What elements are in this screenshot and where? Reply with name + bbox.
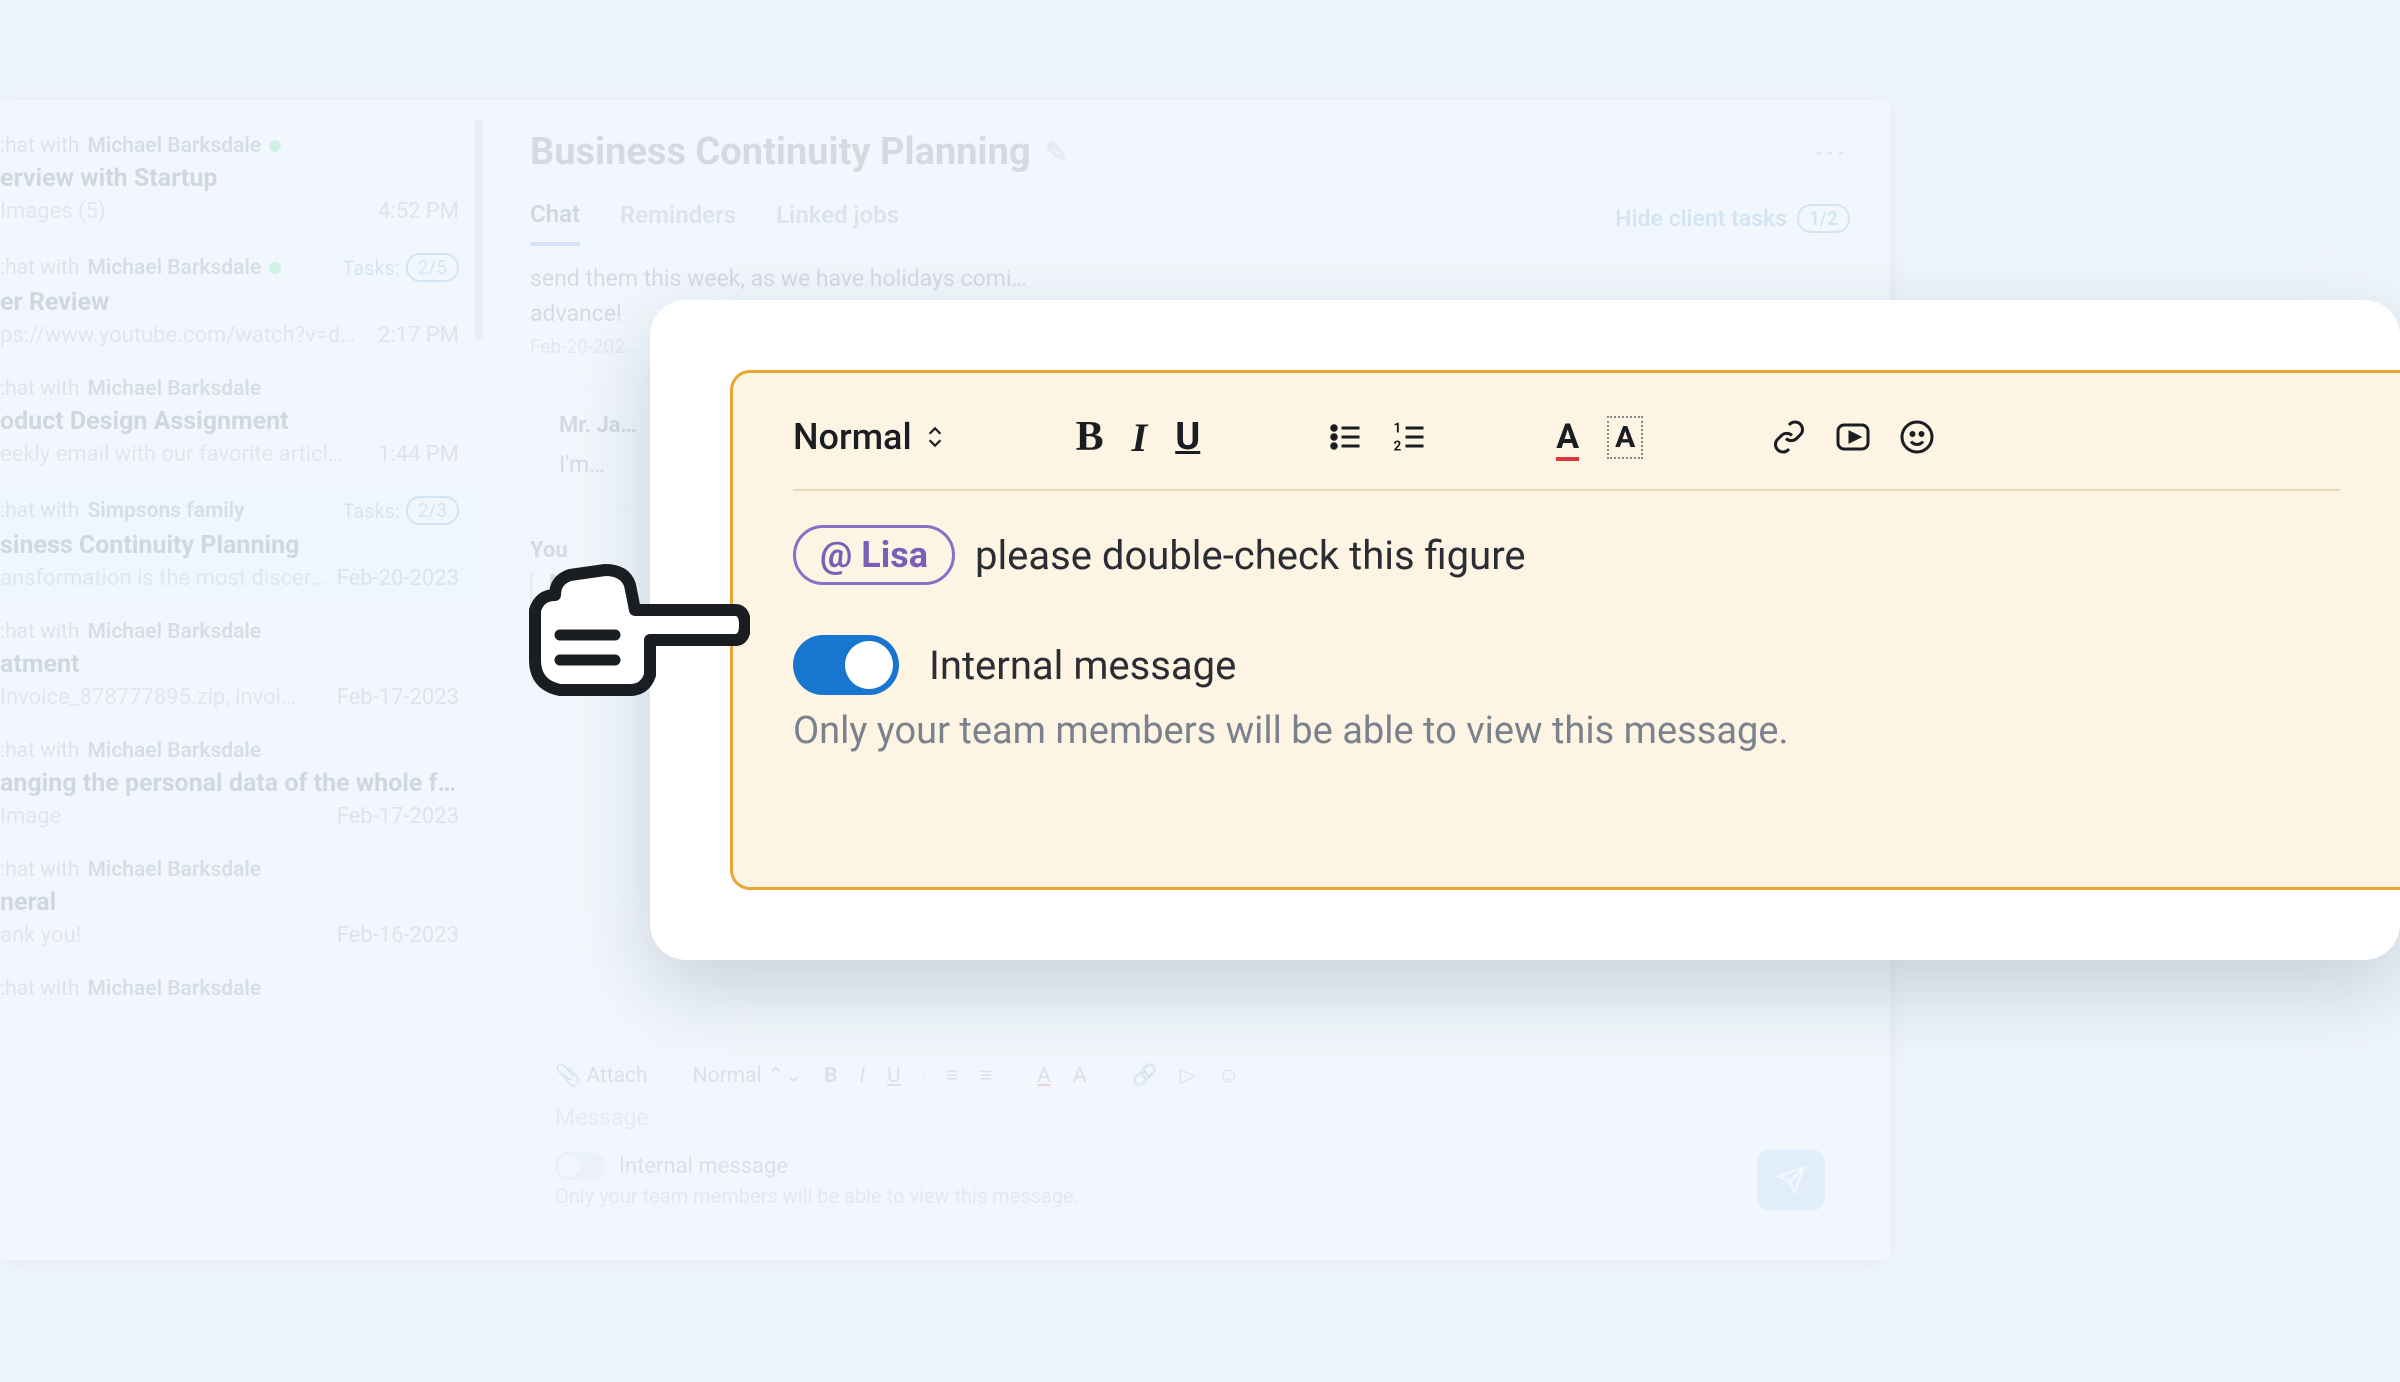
link-icon[interactable]: 🔗 <box>1132 1064 1158 1088</box>
chat-title: oduct Design Assignment <box>0 407 459 436</box>
bullet-list-icon[interactable] <box>1328 419 1364 455</box>
highlight-icon[interactable]: A <box>1607 416 1643 459</box>
chat-title: erview with Startup <box>0 164 459 193</box>
bold-icon[interactable]: B <box>1076 413 1104 461</box>
chat-item[interactable]: :hat with Michael Barksdale Tasks: 2/5 e… <box>0 239 489 363</box>
chat-preview: Images (5)4:52 PM <box>0 199 459 224</box>
sidebar: :hat with Michael Barksdale erview with … <box>0 100 490 1260</box>
chat-with: :hat with Michael Barksdale <box>0 858 459 882</box>
emoji-icon[interactable] <box>1899 419 1935 455</box>
highlight-icon[interactable]: A <box>1073 1064 1087 1088</box>
chat-with: :hat with Michael Barksdale <box>0 134 459 158</box>
bullet-list-icon[interactable]: ≡ <box>946 1064 958 1088</box>
chat-preview: ansformation is the most discer…Feb-20-2… <box>0 566 459 591</box>
chat-with: :hat with Michael Barksdale <box>0 377 459 401</box>
chat-preview: ank you!Feb-16-2023 <box>0 923 459 948</box>
attach-button[interactable]: 📎 Attach <box>555 1064 648 1088</box>
hide-client-tasks[interactable]: Hide client tasks 1/2 <box>1615 204 1850 233</box>
chat-with: :hat with Michael Barksdale <box>0 739 459 763</box>
numbered-list-icon[interactable]: ≡ <box>980 1064 992 1088</box>
svg-text:1: 1 <box>1394 421 1402 437</box>
editor-text: please double-check this figure <box>975 532 1526 579</box>
online-dot-icon <box>269 140 281 152</box>
chat-item[interactable]: :hat with Michael Barksdale <box>0 963 489 1022</box>
composer-placeholder[interactable]: Message <box>555 1104 1825 1131</box>
tabs: Chat Reminders Linked jobs Hide client t… <box>530 192 1850 246</box>
chat-item[interactable]: :hat with Michael Barksdale atment Invoi… <box>0 606 489 725</box>
italic-icon[interactable]: I <box>859 1064 865 1088</box>
internal-toggle-small[interactable] <box>555 1152 605 1180</box>
internal-label: Internal message <box>619 1154 788 1179</box>
bold-icon[interactable]: B <box>824 1064 837 1088</box>
underline-icon[interactable]: U <box>1175 415 1200 459</box>
internal-toggle-label: Internal message <box>929 642 1236 689</box>
internal-toggle-sub: Only your team members will be able to v… <box>793 709 2340 753</box>
chat-item[interactable]: :hat with Michael Barksdale neral ank yo… <box>0 844 489 963</box>
chat-preview: ps://www.youtube.com/watch?v=d…2:17 PM <box>0 323 459 348</box>
chat-title: atment <box>0 650 459 679</box>
chat-title: er Review <box>0 288 459 317</box>
editor-popup: Normal B I U 12 A A <box>730 370 2400 890</box>
thread-title: Business Continuity Planning ✎ <box>530 130 1068 174</box>
underline-icon[interactable]: U <box>887 1064 901 1088</box>
chat-item[interactable]: :hat with Michael Barksdale oduct Design… <box>0 363 489 482</box>
emoji-icon[interactable]: ☺ <box>1218 1064 1239 1088</box>
chat-preview: ImageFeb-17-2023 <box>0 804 459 829</box>
chat-title: siness Continuity Planning <box>0 531 459 560</box>
style-dropdown[interactable]: Normal <box>793 416 948 458</box>
chat-title: neral <box>0 888 459 917</box>
more-menu-icon[interactable]: ⋮ <box>1812 137 1850 167</box>
chat-title: anging the personal data of the whole fa… <box>0 769 459 798</box>
text-color-icon[interactable]: A <box>1037 1064 1051 1088</box>
tasks-badge: Tasks: 2/5 <box>342 253 459 282</box>
internal-toggle[interactable] <box>793 635 899 695</box>
chat-with: :hat with Michael Barksdale Tasks: 2/5 <box>0 253 459 282</box>
chat-with: :hat with Simpsons family Tasks: 2/3 <box>0 496 459 525</box>
tasks-badge: Tasks: 2/3 <box>342 496 459 525</box>
composer: 📎 Attach Normal ⌃⌄ B I U ≡ ≡ A A 🔗 ▷ ☺ M… <box>530 1044 1850 1230</box>
link-icon[interactable] <box>1771 419 1807 455</box>
chat-with: :hat with Michael Barksdale <box>0 977 459 1001</box>
svg-text:2: 2 <box>1394 439 1402 455</box>
edit-icon[interactable]: ✎ <box>1045 136 1068 169</box>
chat-item[interactable]: :hat with Simpsons family Tasks: 2/3 sin… <box>0 482 489 606</box>
video-icon[interactable] <box>1835 419 1871 455</box>
highlight-card: Normal B I U 12 A A <box>650 300 2400 960</box>
tab-reminders[interactable]: Reminders <box>620 193 736 243</box>
text-color-icon[interactable]: A <box>1556 417 1579 457</box>
internal-sub: Only your team members will be able to v… <box>555 1184 1079 1208</box>
chat-with: :hat with Michael Barksdale <box>0 620 459 644</box>
chat-preview: Invoice_878777895.zip, invoi…Feb-17-2023 <box>0 685 459 710</box>
editor-toolbar: Normal B I U 12 A A <box>793 413 2340 491</box>
sidebar-scrollbar[interactable] <box>475 120 483 340</box>
style-normal[interactable]: Normal ⌃⌄ <box>693 1063 802 1088</box>
numbered-list-icon[interactable]: 12 <box>1392 419 1428 455</box>
chat-item[interactable]: :hat with Michael Barksdale erview with … <box>0 120 489 239</box>
pointer-hand-icon <box>520 540 750 724</box>
online-dot-icon <box>269 262 281 274</box>
mention-pill[interactable]: @ Lisa <box>793 525 955 585</box>
video-icon[interactable]: ▷ <box>1180 1063 1196 1088</box>
italic-icon[interactable]: I <box>1132 414 1148 461</box>
tab-linked-jobs[interactable]: Linked jobs <box>776 193 899 243</box>
editor-content[interactable]: @ Lisa please double-check this figure <box>793 525 2340 585</box>
chat-preview: eekly email with our favorite articl…1:4… <box>0 442 459 467</box>
send-button[interactable] <box>1757 1149 1825 1211</box>
tab-chat[interactable]: Chat <box>530 192 580 246</box>
chat-item[interactable]: :hat with Michael Barksdale anging the p… <box>0 725 489 844</box>
